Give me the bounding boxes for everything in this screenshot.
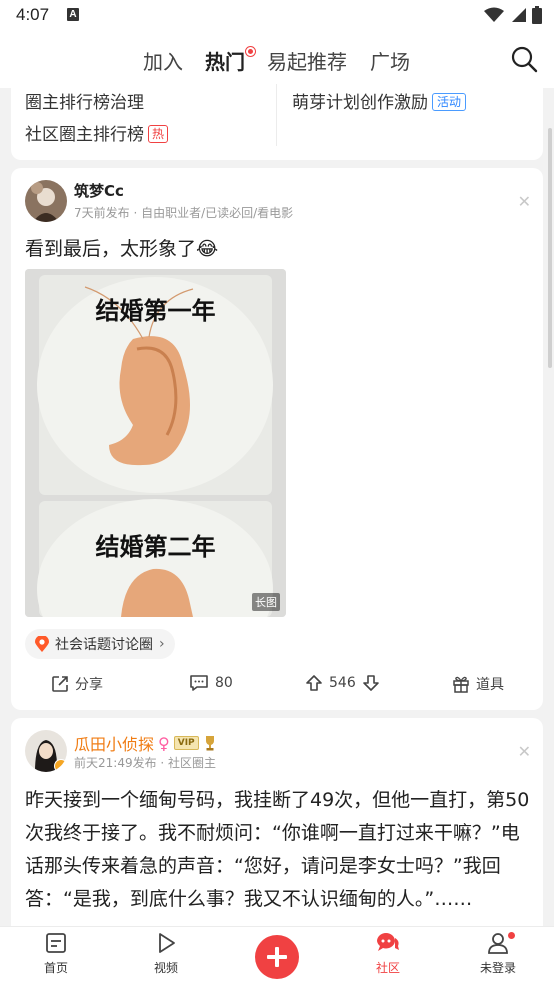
gift-icon	[453, 676, 469, 693]
close-icon[interactable]: ✕	[518, 192, 531, 211]
feature-links-card: 圈主排行榜治理 社区圈主排行榜热 萌芽计划创作激励 活动	[11, 72, 543, 160]
nav-home[interactable]: 首页	[16, 931, 96, 976]
nav-community[interactable]: 社区	[348, 931, 428, 976]
status-icons	[484, 6, 542, 24]
comment-icon	[190, 675, 208, 691]
female-icon: ♀	[158, 733, 170, 753]
post-card[interactable]: 筑梦Cc 7天前发布 · 自由职业者/已读必回/看电影 ✕ 看到最后，太形象了😂…	[11, 168, 543, 710]
verified-badge	[54, 759, 67, 772]
post-meta: 7天前发布 · 自由职业者/已读必回/看电影	[74, 206, 294, 220]
bottom-nav: 首页 视频 社区 未登录	[0, 926, 554, 984]
trophy-icon	[205, 736, 214, 751]
post-text[interactable]: 昨天接到一个缅甸号码，我挂断了49次，但他一直打，第50次我终于接了。我不耐烦问…	[25, 784, 530, 916]
status-time: 4:07	[16, 5, 50, 24]
link-label: 萌芽计划创作激励	[292, 93, 428, 113]
nav-label: 社区	[375, 961, 400, 975]
avatar[interactable]	[25, 180, 67, 222]
comment-button[interactable]: 80	[189, 674, 233, 692]
hot-tab-dot	[246, 47, 255, 56]
chevron-right-icon: ›	[159, 636, 165, 652]
author-name[interactable]: 筑梦Cc	[74, 180, 124, 201]
notification-icon: A	[67, 8, 79, 21]
share-icon	[52, 676, 68, 692]
battery-icon	[532, 6, 542, 24]
author-name[interactable]: 瓜田小侦探	[74, 731, 154, 755]
post-text[interactable]: 看到最后，太形象了😂	[25, 234, 218, 261]
post-image[interactable]: 结婚第一年 结婚第二年 长图	[25, 269, 286, 617]
nav-label: 视频	[153, 961, 178, 975]
hot-tag: 热	[148, 125, 169, 143]
vip-badge: VIP	[173, 736, 199, 750]
vote-count: 546	[329, 675, 356, 691]
scrollbar[interactable]	[548, 128, 552, 368]
vote-control: 546	[305, 674, 380, 692]
publish-button[interactable]	[255, 935, 299, 979]
link-label: 圈主排行榜治理	[25, 93, 144, 113]
status-bar: 4:07 A	[0, 0, 554, 32]
action-row: 分享 80 546 道具	[11, 668, 543, 702]
tab-join[interactable]: 加入	[143, 46, 183, 75]
long-image-badge: 长图	[252, 593, 280, 611]
link-label: 社区圈主排行榜	[25, 125, 144, 145]
comment-count: 80	[215, 675, 233, 691]
avatar[interactable]	[25, 730, 67, 772]
author-row: 瓜田小侦探 ♀ VIP	[74, 731, 217, 755]
downvote-icon[interactable]	[362, 674, 380, 692]
nav-label: 首页	[43, 961, 68, 975]
signal-icon	[512, 8, 526, 22]
props-button[interactable]: 道具	[452, 674, 504, 694]
tab-hot[interactable]: 热门	[205, 46, 245, 75]
activity-tag: 活动	[432, 93, 467, 111]
play-icon	[159, 933, 175, 953]
community-icon	[377, 933, 399, 951]
nav-label: 未登录	[479, 961, 516, 975]
image-caption-1: 结婚第一年	[95, 297, 216, 325]
link-sprout-plan[interactable]: 萌芽计划创作激励 活动	[292, 88, 467, 113]
props-label: 道具	[476, 677, 504, 693]
image-caption-2: 结婚第二年	[95, 533, 216, 561]
location-pin-icon	[35, 636, 49, 652]
circle-chip[interactable]: 社会话题讨论圈 ›	[25, 629, 175, 659]
search-icon[interactable]	[510, 45, 538, 73]
link-community-ranking[interactable]: 社区圈主排行榜热	[25, 120, 169, 145]
close-icon[interactable]: ✕	[518, 742, 531, 761]
notification-dot	[507, 931, 516, 940]
nav-video[interactable]: 视频	[126, 931, 206, 976]
share-button[interactable]: 分享	[51, 674, 103, 694]
home-icon	[46, 933, 66, 953]
circle-name: 社会话题讨论圈	[55, 637, 153, 653]
post-meta: 前天21:49发布 · 社区圈主	[74, 756, 217, 770]
tab-recommend[interactable]: 易起推荐	[267, 46, 347, 75]
share-label: 分享	[75, 677, 103, 693]
upvote-icon[interactable]	[305, 674, 323, 692]
nav-profile[interactable]: 未登录	[458, 931, 538, 976]
wifi-icon	[484, 7, 504, 22]
tab-square[interactable]: 广场	[370, 46, 410, 75]
divider	[276, 84, 277, 146]
link-ranking-governance[interactable]: 圈主排行榜治理	[25, 88, 144, 113]
post-card[interactable]: 瓜田小侦探 ♀ VIP 前天21:49发布 · 社区圈主 ✕ 昨天接到一个缅甸号…	[11, 718, 543, 948]
